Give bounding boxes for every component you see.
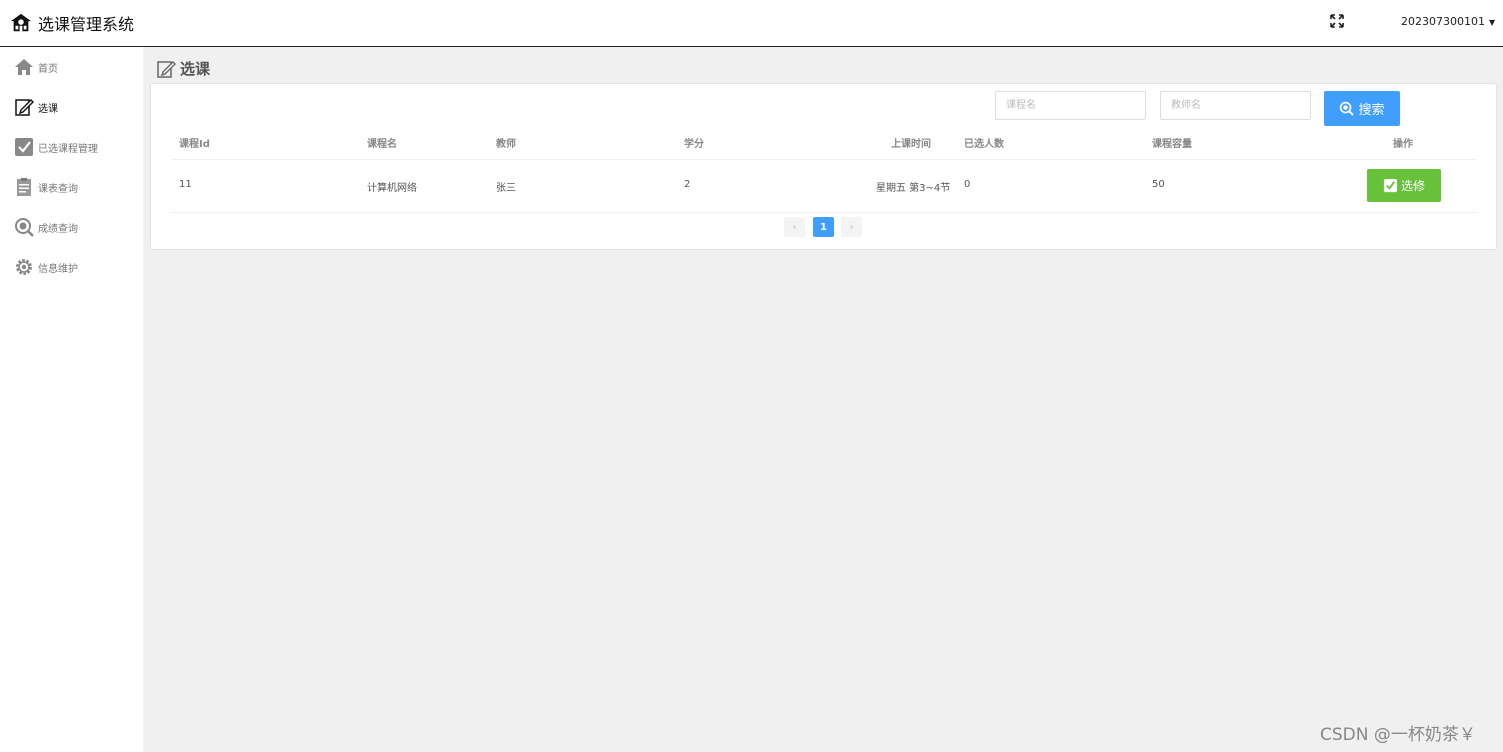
- checkbox-icon: [15, 138, 33, 156]
- cell-id: 11: [179, 179, 192, 190]
- school-icon: [10, 13, 32, 32]
- cell-credit: 2: [684, 179, 691, 190]
- main-content: 选课 搜索 课程Id 课程名 教师 学分 上课时间 已选人数 课程容量 操作 1…: [143, 47, 1503, 752]
- user-menu[interactable]: 202307300101 ▼: [1401, 15, 1495, 28]
- pagination-page-1[interactable]: 1: [813, 217, 834, 237]
- table-divider: [172, 159, 1476, 160]
- column-header-time: 上课时间: [891, 139, 931, 150]
- sidebar-item-label: 成绩查询: [38, 223, 78, 235]
- column-header-teacher: 教师: [496, 139, 516, 150]
- page-title-text: 选课: [180, 60, 211, 78]
- cell-capacity: 50: [1152, 179, 1165, 190]
- page-title: 选课: [156, 58, 210, 79]
- watermark: CSDN @一杯奶茶￥: [1320, 725, 1476, 745]
- user-id: 202307300101: [1401, 15, 1485, 28]
- sidebar-item-label: 课表查询: [38, 183, 78, 195]
- sidebar-item-label: 首页: [38, 63, 58, 75]
- home-icon: [15, 59, 33, 75]
- sidebar-item-home[interactable]: 首页: [0, 47, 143, 87]
- sidebar-item-selected-courses[interactable]: 已选课程管理: [0, 127, 143, 167]
- cell-selected: 0: [964, 179, 971, 190]
- sidebar-item-info[interactable]: 信息维护: [0, 247, 143, 287]
- top-header: 选课管理系统 202307300101 ▼: [0, 0, 1503, 47]
- pagination-prev-button[interactable]: ‹: [784, 217, 805, 237]
- course-name-input[interactable]: [995, 91, 1146, 120]
- cell-course-name: 计算机网络: [367, 183, 417, 194]
- search-icon: [15, 218, 34, 237]
- sidebar-item-label: 信息维护: [38, 263, 78, 275]
- column-header-capacity: 课程容量: [1152, 139, 1192, 150]
- app-logo[interactable]: 选课管理系统: [10, 11, 134, 35]
- edit-icon: [157, 60, 176, 78]
- course-panel: 搜索 课程Id 课程名 教师 学分 上课时间 已选人数 课程容量 操作 11 计…: [150, 83, 1497, 250]
- sidebar: 首页 选课 已选课程管理 课表查询 成绩查询 信息维护: [0, 47, 143, 752]
- cell-time: 星期五 第3~4节: [876, 183, 951, 194]
- search-button[interactable]: 搜索: [1324, 91, 1400, 126]
- app-title: 选课管理系统: [38, 15, 135, 34]
- column-header-selected: 已选人数: [964, 139, 1004, 150]
- checkbox-icon: [1383, 178, 1398, 193]
- select-course-button[interactable]: 选修: [1367, 169, 1441, 202]
- select-course-button-label: 选修: [1400, 179, 1425, 193]
- document-icon: [17, 178, 31, 196]
- edit-icon: [15, 99, 34, 116]
- cell-teacher: 张三: [496, 183, 516, 194]
- gear-icon: [16, 259, 32, 275]
- column-header-id: 课程Id: [179, 139, 210, 150]
- pagination-next-button[interactable]: ›: [841, 217, 862, 237]
- chevron-down-icon: ▼: [1488, 18, 1496, 27]
- sidebar-item-grades[interactable]: 成绩查询: [0, 207, 143, 247]
- column-header-credit: 学分: [684, 139, 704, 150]
- sidebar-item-label: 选课: [38, 103, 58, 115]
- sidebar-item-course-select[interactable]: 选课: [0, 87, 143, 127]
- teacher-name-input[interactable]: [1160, 91, 1311, 120]
- table-divider: [172, 212, 1476, 213]
- sidebar-item-label: 已选课程管理: [38, 143, 98, 155]
- search-button-label: 搜索: [1358, 103, 1385, 118]
- fullscreen-icon[interactable]: [1330, 14, 1344, 28]
- search-icon: [1340, 101, 1355, 116]
- column-header-action: 操作: [1393, 139, 1413, 150]
- column-header-course-name: 课程名: [367, 139, 397, 150]
- sidebar-item-timetable[interactable]: 课表查询: [0, 167, 143, 207]
